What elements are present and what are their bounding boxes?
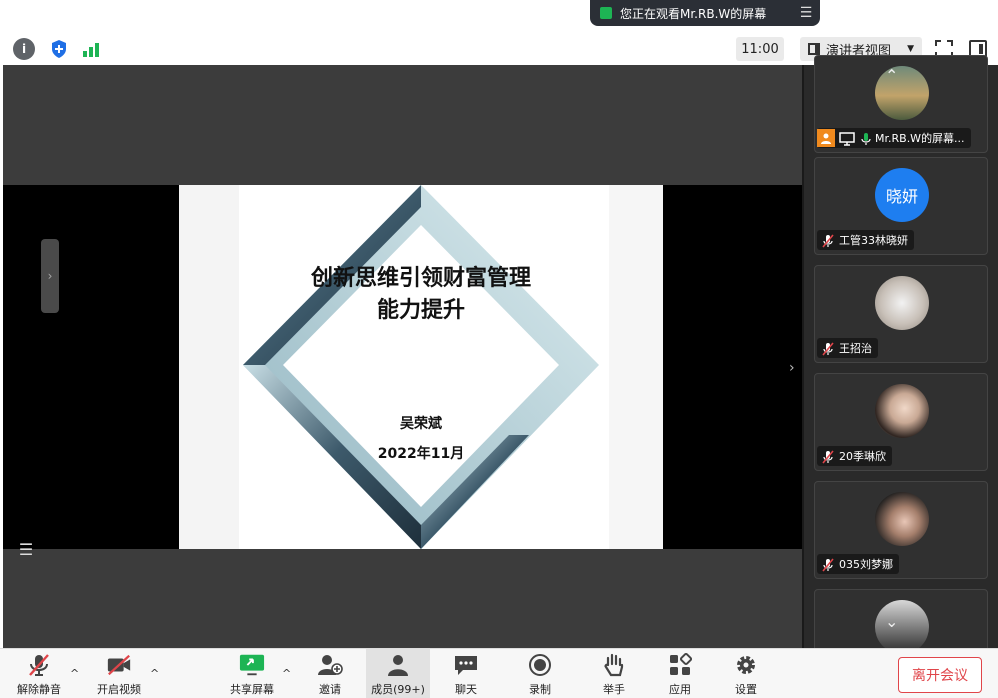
invite-button[interactable]: 邀请 [310, 649, 350, 698]
members-label: 成员(99+) [371, 683, 425, 696]
participant-name: 王招治 [839, 342, 872, 355]
start-video-label: 开启视频 [97, 683, 141, 696]
apps-button[interactable]: 应用 [660, 649, 700, 698]
presentation-slide: 创新思维引领财富管理 能力提升 吴荣斌 2022年11月 [179, 185, 663, 549]
meeting-timer: 11:00 [736, 37, 784, 61]
meeting-controls-bar: 解除静音 ^ 开启视频 ^ 共享屏幕 ^ 邀请 成员(99+) 聊天 录制 举手… [0, 648, 998, 698]
chevron-up-icon[interactable]: ^ [282, 667, 291, 680]
participants-panel: ⌃ Mr.RB.W的屏幕... 晓妍 工管33林晓妍 王招治 20季琳欣 035… [802, 55, 998, 659]
avatar: 晓妍 [875, 168, 929, 222]
apps-icon [667, 653, 693, 677]
share-screen-label: 共享屏幕 [230, 683, 274, 696]
participant-card[interactable]: 20季琳欣 [814, 373, 988, 471]
raise-hand-label: 举手 [603, 683, 625, 696]
invite-label: 邀请 [319, 683, 341, 696]
participant-name-bar: 工管33林晓妍 [817, 230, 914, 250]
chat-button[interactable]: 聊天 [446, 649, 486, 698]
participant-name-bar: 20季琳欣 [817, 446, 892, 466]
host-icon [817, 129, 835, 147]
hand-icon [601, 653, 627, 677]
hamburger-icon[interactable]: ☰ [792, 5, 820, 21]
record-button[interactable]: 录制 [520, 649, 560, 698]
mic-on-icon [860, 131, 872, 145]
chevron-up-icon[interactable]: ^ [150, 667, 159, 680]
mic-off-icon [26, 653, 52, 677]
screen-share-icon [839, 131, 855, 146]
participant-card[interactable]: ⌃ Mr.RB.W的屏幕... [814, 55, 988, 153]
gear-icon [733, 653, 759, 677]
share-screen-button[interactable]: 共享屏幕 [224, 649, 280, 698]
participant-name-bar: 035刘梦娜 [817, 554, 899, 574]
dropdown-caret-icon: ▼ [907, 44, 914, 54]
share-screen-icon [239, 653, 265, 677]
leave-meeting-button[interactable]: 离开会议 [898, 657, 982, 693]
chevron-right-icon: › [47, 269, 53, 283]
participant-name: Mr.RB.W的屏幕... [875, 132, 965, 145]
collapse-left-handle[interactable]: › [41, 239, 59, 313]
slide-title: 创新思维引领财富管理 能力提升 [179, 263, 663, 327]
participant-name-bar: Mr.RB.W的屏幕... [817, 128, 971, 148]
participant-name: 035刘梦娜 [839, 558, 893, 571]
screen-share-banner: 您正在观看Mr.RB.W的屏幕 ☰ [590, 0, 820, 26]
participant-name: 工管33林晓妍 [839, 234, 908, 247]
add-user-icon [317, 653, 343, 677]
members-button[interactable]: 成员(99+) [366, 649, 430, 698]
apps-label: 应用 [669, 683, 691, 696]
shared-screen-stage: 创新思维引领财富管理 能力提升 吴荣斌 2022年11月 › ☰ › [3, 65, 802, 648]
record-icon [527, 653, 553, 677]
chevron-up-icon[interactable]: ^ [70, 667, 79, 680]
slide-title-line1: 创新思维引领财富管理 [310, 266, 531, 291]
participant-name: 20季琳欣 [839, 450, 886, 463]
chat-icon [453, 653, 479, 677]
unmute-label: 解除静音 [17, 683, 61, 696]
chevron-down-icon[interactable]: ⌄ [885, 612, 898, 631]
avatar [875, 600, 929, 654]
settings-button[interactable]: 设置 [726, 649, 766, 698]
unmute-button[interactable]: 解除静音 [14, 649, 64, 698]
mic-off-icon [821, 449, 835, 464]
chat-label: 聊天 [455, 683, 477, 696]
avatar [875, 276, 929, 330]
avatar [875, 384, 929, 438]
shield-icon[interactable] [48, 38, 70, 60]
start-video-button[interactable]: 开启视频 [94, 649, 144, 698]
banner-text: 您正在观看Mr.RB.W的屏幕 [620, 6, 767, 21]
avatar [875, 492, 929, 546]
slide-date: 2022年11月 [377, 446, 465, 462]
list-icon[interactable]: ☰ [11, 537, 41, 561]
info-icon[interactable]: i [13, 38, 35, 60]
record-label: 录制 [529, 683, 551, 696]
layout-icon [808, 43, 820, 55]
mic-off-icon [821, 341, 835, 356]
mic-off-icon [821, 233, 835, 248]
video-off-icon [106, 653, 132, 677]
screen-share-icon [600, 7, 612, 19]
signal-icon[interactable] [82, 41, 102, 57]
settings-label: 设置 [735, 683, 757, 696]
participant-name-bar: 王招治 [817, 338, 878, 358]
slide-author: 吴荣斌 [400, 416, 442, 432]
participant-card[interactable]: 035刘梦娜 [814, 481, 988, 579]
raise-hand-button[interactable]: 举手 [594, 649, 634, 698]
slide-title-line2: 能力提升 [376, 298, 465, 323]
mic-off-icon [821, 557, 835, 572]
chevron-right-icon[interactable]: › [789, 360, 795, 376]
members-icon [385, 653, 411, 677]
participant-card[interactable]: 王招治 [814, 265, 988, 363]
avatar [875, 66, 929, 120]
chevron-up-icon[interactable]: ⌃ [885, 66, 898, 85]
participant-card[interactable]: 晓妍 工管33林晓妍 [814, 157, 988, 255]
